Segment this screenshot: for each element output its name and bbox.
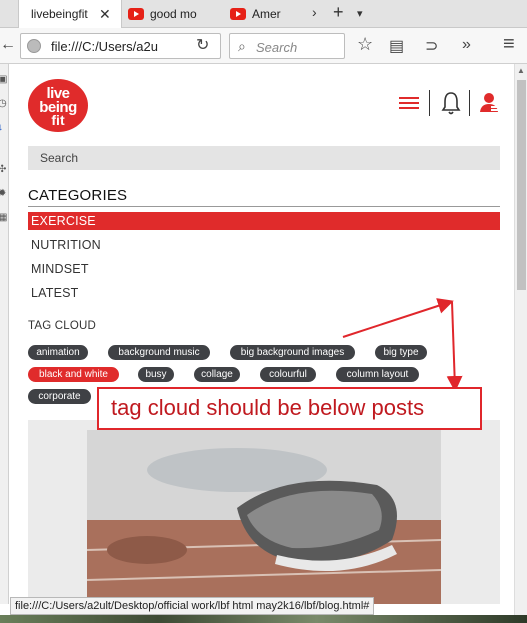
search-placeholder: Search [256, 40, 298, 55]
status-bar-url: file:///C:/Users/a2ult/Desktop/official … [10, 597, 375, 615]
toolbar-icon[interactable]: ▦ [0, 212, 8, 223]
tab-close-icon[interactable]: ✕ [99, 6, 111, 23]
tag-busy[interactable]: busy [138, 367, 174, 382]
category-exercise[interactable]: EXERCISE [28, 212, 500, 230]
search-icon: ⌕ [238, 38, 246, 54]
toolbar-icon[interactable]: ▣ [0, 74, 8, 85]
tab-title: good mo [150, 7, 197, 21]
categories-divider [28, 206, 500, 207]
post-hero-image-frame [28, 420, 500, 604]
youtube-icon [128, 8, 144, 20]
tag-corporate[interactable]: corporate [28, 389, 91, 404]
tag-cloud-heading: TAG CLOUD [28, 320, 97, 332]
tab-good-mo[interactable]: good mo [128, 0, 222, 28]
page-viewport: live being fit Search CATEGORIES EXERCIS… [10, 64, 514, 604]
reload-icon[interactable]: ↻ [196, 35, 209, 55]
toolbar-icon[interactable]: ✣ [0, 164, 8, 175]
tag-collage[interactable]: collage [194, 367, 240, 382]
tag-background-music[interactable]: background music [108, 345, 210, 360]
globe-icon [27, 39, 41, 53]
tag-big-background-images[interactable]: big background images [230, 345, 355, 360]
link-icon[interactable]: ⊃ [425, 36, 438, 56]
user-account-icon[interactable] [480, 92, 500, 114]
header-divider [469, 90, 470, 116]
browser-search-input[interactable]: ⌕ Search [229, 33, 345, 59]
tab-livebeingfit[interactable]: livebeingfit ✕ [18, 0, 122, 28]
back-arrow-icon[interactable]: ← [0, 36, 16, 54]
tag-column-layout[interactable]: column layout [336, 367, 419, 382]
tab-title: livebeingfit [31, 7, 88, 21]
annotation-text: tag cloud should be below posts [111, 395, 425, 420]
bookmark-star-icon[interactable]: ☆ [357, 34, 373, 55]
runner-shoe-photo[interactable] [87, 430, 441, 604]
category-latest[interactable]: LATEST [28, 284, 500, 302]
url-text: file:///C:/Users/a2u [51, 39, 158, 54]
side-toolbar: ▣ ◷ ↓ ✣ ✹ ▦ [0, 64, 9, 604]
url-bar[interactable]: file:///C:/Users/a2u [20, 33, 221, 59]
header-divider [429, 90, 430, 116]
download-icon[interactable]: ↓ [0, 122, 8, 133]
annotation-callout: tag cloud should be below posts [97, 387, 482, 430]
reader-icon[interactable]: ▤ [389, 36, 404, 56]
category-mindset[interactable]: MINDSET [28, 260, 500, 278]
overflow-icon[interactable]: » [462, 36, 471, 54]
site-search-input[interactable]: Search [28, 146, 500, 170]
tag-big-type[interactable]: big type [375, 345, 427, 360]
youtube-icon [230, 8, 246, 20]
logo-line-3: fit [51, 112, 65, 128]
scroll-up-arrow-icon[interactable]: ▲ [517, 66, 525, 75]
browser-nav-bar: ← file:///C:/Users/a2u ↻ ⌕ Search ☆ ▤ ⊃ … [0, 28, 527, 64]
category-nutrition[interactable]: NUTRITION [28, 236, 500, 254]
toolbar-icon[interactable]: ◷ [0, 98, 8, 109]
tab-title: Amer [252, 7, 281, 21]
tag-animation[interactable]: animation [28, 345, 88, 360]
desktop-background-strip [0, 615, 527, 623]
gear-icon[interactable]: ✹ [0, 188, 8, 199]
hamburger-menu-icon[interactable] [399, 97, 419, 109]
bell-icon[interactable] [441, 91, 461, 115]
tag-black-and-white[interactable]: black and white [28, 367, 119, 382]
categories-heading: CATEGORIES [28, 187, 128, 204]
new-tab-icon[interactable]: + [333, 2, 344, 23]
tag-colourful[interactable]: colourful [260, 367, 316, 382]
tab-scroll-right-icon[interactable]: › [312, 4, 317, 20]
tab-list-icon[interactable]: ▾ [357, 7, 363, 20]
tab-amer[interactable]: Amer [230, 0, 302, 28]
scrollbar-thumb[interactable] [517, 80, 526, 290]
browser-tab-bar: livebeingfit ✕ good mo Amer › + ▾ [0, 0, 527, 28]
menu-icon[interactable]: ≡ [503, 33, 515, 56]
page-scrollbar[interactable]: ▲ [514, 64, 527, 623]
site-search-placeholder: Search [40, 151, 79, 165]
livebeingfit-logo[interactable]: live being fit [28, 79, 88, 132]
